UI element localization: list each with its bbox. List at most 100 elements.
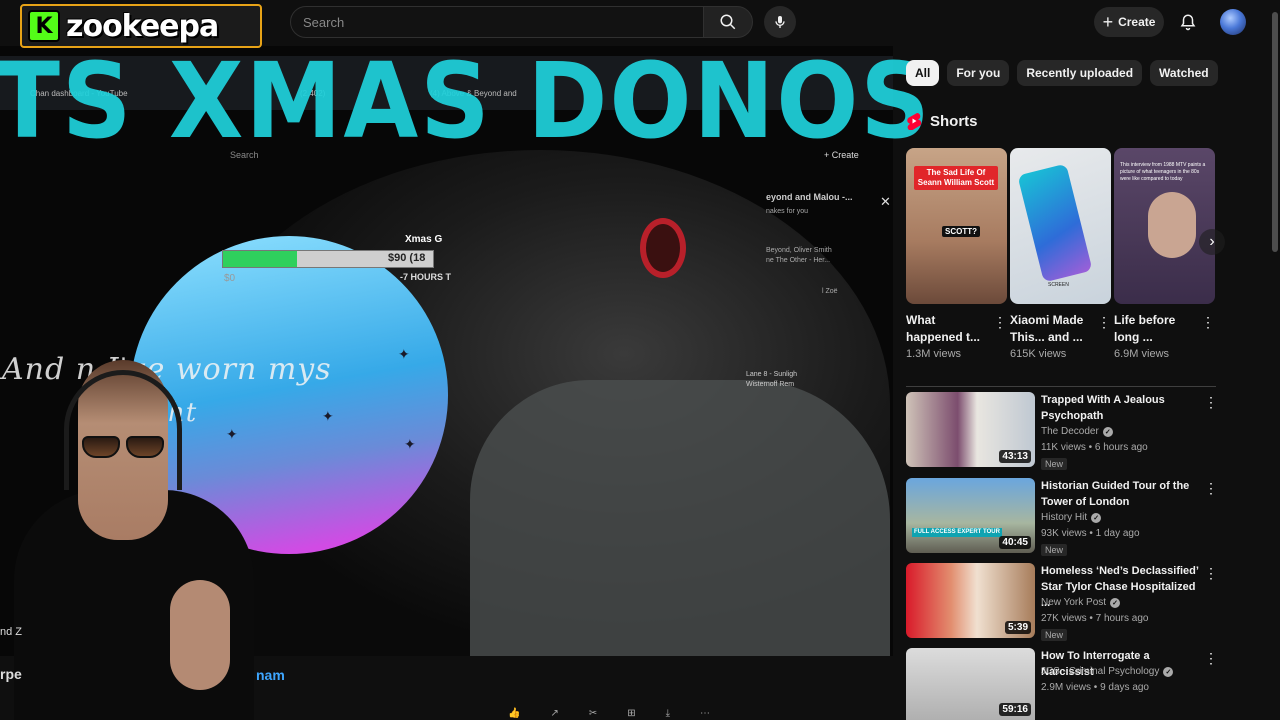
short-title[interactable]: Life before long ...	[1114, 312, 1198, 346]
video-thumbnail[interactable]: 59:16	[906, 648, 1035, 720]
inner-side-zoe: l Zoë	[822, 288, 838, 295]
more-vert-icon[interactable]: ⋮	[1201, 314, 1215, 331]
inner-side-title: eyond and Malou -...	[766, 192, 853, 202]
channel-name: The Decoder	[1041, 426, 1099, 437]
channel-name-link[interactable]: nam	[256, 667, 285, 683]
verified-icon: ✓	[1091, 512, 1102, 523]
short-views: 1.3M views	[906, 348, 962, 360]
channel-name: JCS - Criminal Psychology	[1041, 666, 1160, 677]
new-badge: New	[1041, 629, 1068, 641]
search-icon	[720, 14, 736, 30]
short-thumb-tag: SCOTT?	[942, 226, 980, 237]
short-title[interactable]: Xiaomi Made This... and ...	[1010, 312, 1094, 346]
video-thumbnail[interactable]: 43:13	[906, 392, 1035, 467]
video-thumbnail[interactable]: FULL ACCESS EXPERT TOUR 40:45	[906, 478, 1035, 553]
save-icon[interactable]: ⊞	[627, 708, 635, 720]
video-channel[interactable]: History Hit ✓	[1041, 512, 1102, 523]
zookeepa-logo[interactable]: K zookeepa	[20, 4, 262, 48]
video-meta: 93K views • 1 day ago	[1041, 528, 1140, 539]
bird-icon: ✦	[322, 408, 334, 424]
video-duration: 59:16	[999, 703, 1031, 716]
bird-icon: ✦	[398, 346, 410, 362]
new-badge: New	[1041, 458, 1068, 470]
video-thumbnail[interactable]: 5:39	[906, 563, 1035, 638]
create-button[interactable]: + Create	[1094, 7, 1164, 37]
account-avatar[interactable]	[1220, 9, 1246, 35]
voice-search-button[interactable]	[764, 6, 796, 38]
search-input[interactable]	[303, 14, 683, 30]
video-item[interactable]: FULL ACCESS EXPERT TOUR 40:45 Historian …	[906, 478, 1218, 556]
sunglasses-icon	[80, 436, 166, 460]
notifications-button[interactable]	[1174, 8, 1202, 36]
logo-text: zookeepa	[66, 8, 219, 44]
shorts-header: Shorts	[906, 112, 978, 130]
search-box	[290, 6, 704, 38]
chip-watched[interactable]: Watched	[1150, 60, 1218, 86]
video-item[interactable]: 5:39 Homeless ‘Ned’s Declassified’ Star …	[906, 563, 1218, 641]
video-channel[interactable]: The Decoder ✓	[1041, 426, 1113, 437]
video-channel[interactable]: JCS - Criminal Psychology ✓	[1041, 666, 1174, 677]
headphone-icon	[640, 218, 686, 278]
thumb-tag: FULL ACCESS EXPERT TOUR	[912, 528, 1002, 537]
headset-icon	[64, 370, 182, 490]
chip-all[interactable]: All	[906, 60, 940, 86]
scrollbar-thumb[interactable]	[1272, 12, 1278, 252]
webcam-hand	[170, 580, 230, 690]
webcam-overlay	[0, 330, 262, 720]
short-views: 6.9M views	[1114, 348, 1170, 360]
short-card[interactable]: The Sad Life Of Seann William Scott SCOT…	[906, 148, 1007, 360]
video-title[interactable]: Trapped With A Jealous Psychopath	[1041, 392, 1201, 424]
clip-icon[interactable]: ✂	[589, 708, 597, 720]
short-card[interactable]: This interview from 1988 MTV paints a pi…	[1114, 148, 1215, 360]
chevron-right-icon[interactable]: ›	[1199, 229, 1225, 255]
short-thumbnail[interactable]: The Sad Life Of Seann William Scott SCOT…	[906, 148, 1007, 304]
verified-icon: ✓	[1102, 426, 1113, 437]
microphone-icon	[775, 16, 785, 28]
cropped-text: nd Z	[0, 626, 23, 638]
video-item[interactable]: 43:13 Trapped With A Jealous Psychopath …	[906, 392, 1218, 470]
more-vert-icon[interactable]: ⋮	[1097, 314, 1111, 331]
short-thumb-face	[1148, 192, 1196, 258]
short-views: 615K views	[1010, 348, 1067, 360]
short-thumb-caption: This interview from 1988 MTV paints a pi…	[1120, 162, 1206, 182]
video-title[interactable]: Historian Guided Tour of the Tower of Lo…	[1041, 478, 1201, 510]
shorts-icon	[907, 113, 922, 130]
video-item[interactable]: 59:16 How To Interrogate a Narcissist JC…	[906, 648, 1218, 720]
verified-icon: ✓	[1110, 597, 1121, 608]
more-vert-icon[interactable]: ⋮	[1204, 480, 1218, 497]
channel-name: History Hit	[1041, 512, 1088, 523]
share-icon[interactable]: ↗	[550, 708, 558, 720]
inner-side-lane: Lane 8 - Sunligh Wisternoff Rem	[746, 371, 797, 388]
video-action-bar: 👍 ↗ ✂ ⊞ ⤓ ⋯	[508, 708, 893, 720]
like-icon[interactable]: 👍	[508, 708, 520, 720]
chip-recently-uploaded[interactable]: Recently uploaded	[1017, 60, 1143, 86]
download-icon[interactable]: ⤓	[666, 708, 670, 720]
short-thumb-caption: SCREEN	[1048, 282, 1069, 288]
more-vert-icon[interactable]: ⋮	[1204, 394, 1218, 411]
short-thumbnail[interactable]: SCREEN	[1010, 148, 1111, 304]
channel-name: New York Post	[1041, 597, 1107, 608]
short-thumbnail[interactable]: This interview from 1988 MTV paints a pi…	[1114, 148, 1215, 304]
more-vert-icon[interactable]: ⋮	[1204, 650, 1218, 667]
short-title[interactable]: What happened t...	[906, 312, 990, 346]
shorts-title: Shorts	[930, 112, 978, 130]
short-thumb-caption: The Sad Life Of Seann William Scott	[914, 166, 998, 190]
video-channel[interactable]: New York Post ✓	[1041, 597, 1121, 608]
more-vert-icon[interactable]: ⋮	[1204, 565, 1218, 582]
video-duration: 40:45	[999, 536, 1031, 549]
cropped-text: rpe	[0, 666, 22, 682]
close-icon: ✕	[880, 194, 891, 209]
new-badge: New	[1041, 544, 1068, 556]
chip-for-you[interactable]: For you	[947, 60, 1010, 86]
verified-icon: ✓	[1163, 666, 1174, 677]
video-meta: 11K views • 6 hours ago	[1041, 442, 1148, 453]
plus-icon: +	[1102, 12, 1114, 32]
search-button[interactable]	[703, 6, 753, 38]
more-vert-icon[interactable]: ⋮	[993, 314, 1007, 331]
divider	[906, 386, 1216, 387]
inner-side-subtitle: nakes for you	[766, 208, 809, 215]
donation-goal-fill	[223, 251, 297, 267]
inner-side-item: Beyond, Oliver Smith ne The Other - Her.…	[766, 247, 832, 264]
more-icon[interactable]: ⋯	[700, 708, 710, 720]
short-card[interactable]: SCREEN Xiaomi Made This... and ... 615K …	[1010, 148, 1111, 360]
